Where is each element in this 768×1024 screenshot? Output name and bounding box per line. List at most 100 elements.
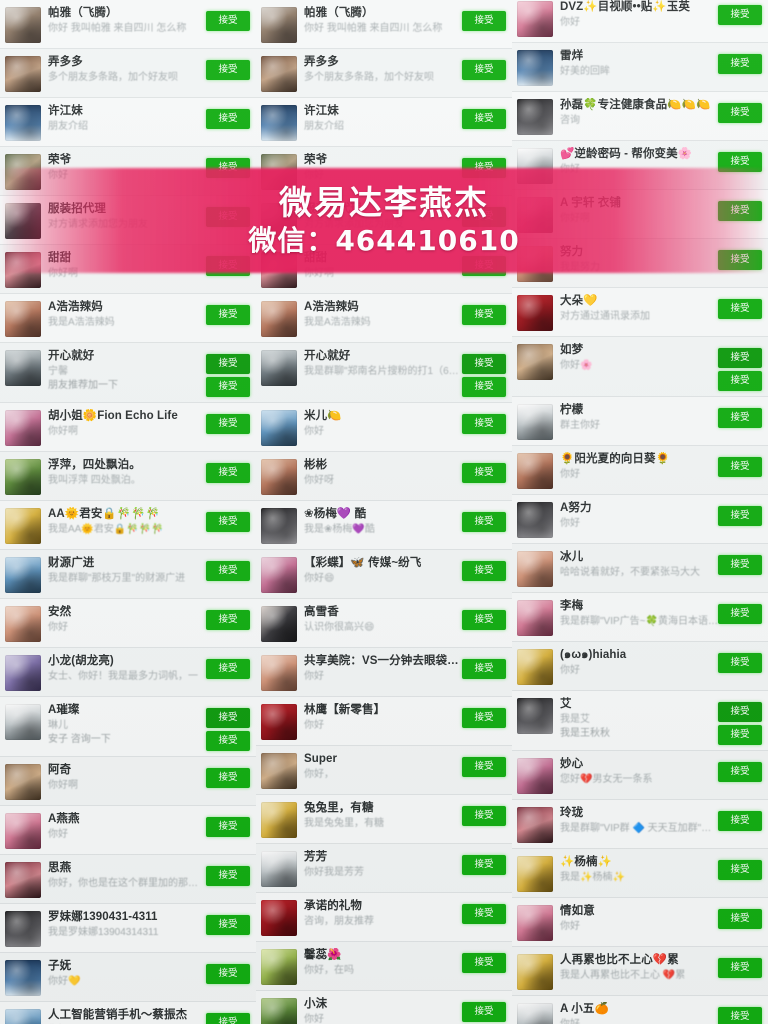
accept-button[interactable]: 接受: [206, 768, 250, 788]
accept-button[interactable]: 接受: [462, 904, 506, 924]
avatar[interactable]: [5, 764, 41, 800]
avatar[interactable]: [5, 56, 41, 92]
accept-button[interactable]: 接受: [462, 610, 506, 630]
avatar[interactable]: [5, 508, 41, 544]
avatar[interactable]: [5, 105, 41, 141]
accept-button[interactable]: 接受: [206, 659, 250, 679]
accept-button[interactable]: 接受: [462, 109, 506, 129]
friend-request-row[interactable]: 馨蕊🌺 你好，在吗 接受: [256, 942, 512, 991]
avatar[interactable]: [261, 56, 297, 92]
avatar[interactable]: [517, 698, 553, 734]
accept-button[interactable]: 接受: [206, 354, 250, 374]
friend-request-row[interactable]: 安然 你好 接受: [0, 599, 256, 648]
avatar[interactable]: [517, 1, 553, 37]
accept-button[interactable]: 接受: [462, 953, 506, 973]
friend-request-row[interactable]: 开心就好 宁馨 朋友推荐加一下 接受 接受: [0, 343, 256, 403]
accept-button[interactable]: 接受: [718, 457, 762, 477]
column-left[interactable]: 帕雅（飞腾） 你好 我叫帕雅 来自四川 怎么称 接受 弄多多 多个朋友多条路，加个好友呗…: [0, 0, 256, 1024]
avatar[interactable]: [517, 905, 553, 941]
accept-button[interactable]: 接受: [462, 158, 506, 178]
accept-button[interactable]: 接受: [462, 806, 506, 826]
avatar[interactable]: [517, 148, 553, 184]
avatar[interactable]: [261, 154, 297, 190]
avatar[interactable]: [5, 655, 41, 691]
friend-request-row[interactable]: 彬彬 你好呀 接受: [256, 452, 512, 501]
friend-request-row[interactable]: 服装招代理 对方请求添加您为朋友 接受: [256, 196, 512, 245]
friend-request-row[interactable]: 浮萍，四处飘泊。 我叫浮萍 四处飘泊。 接受: [0, 452, 256, 501]
friend-request-row[interactable]: (๑ω๑)hiahia 你好 接受: [512, 642, 768, 691]
avatar[interactable]: [517, 807, 553, 843]
friend-request-row[interactable]: 子妩 你好💛 接受: [0, 953, 256, 1002]
avatar[interactable]: [261, 753, 297, 789]
avatar[interactable]: [5, 350, 41, 386]
avatar[interactable]: [517, 50, 553, 86]
friend-request-row[interactable]: 帕雅（飞腾） 你好 我叫帕雅 来自四川 怎么称 接受: [256, 0, 512, 49]
avatar[interactable]: [5, 1009, 41, 1024]
accept-button[interactable]: 接受: [718, 201, 762, 221]
avatar[interactable]: [261, 900, 297, 936]
avatar[interactable]: [261, 7, 297, 43]
avatar[interactable]: [517, 295, 553, 331]
avatar[interactable]: [5, 459, 41, 495]
friend-request-row[interactable]: 弄多多 多个朋友多条路，加个好友呗 接受: [0, 49, 256, 98]
friend-request-row[interactable]: 人工智能营销手机～蔡振杰你好接受: [0, 1002, 256, 1024]
avatar[interactable]: [261, 949, 297, 985]
friend-request-row[interactable]: A 宇轩 衣铺 你好啊 接受: [512, 190, 768, 239]
friend-request-row[interactable]: 芳芳 你好我是芳芳 接受: [256, 844, 512, 893]
avatar[interactable]: [261, 459, 297, 495]
avatar[interactable]: [261, 557, 297, 593]
avatar[interactable]: [261, 410, 297, 446]
friend-request-row[interactable]: 财源广进 我是群聊"那枝万里"的财源广进 接受: [0, 550, 256, 599]
avatar[interactable]: [5, 7, 41, 43]
friend-request-row[interactable]: 人再累也比不上心💔累 我是人再累也比不上心 💔累 接受: [512, 947, 768, 996]
friend-request-row[interactable]: 小沫 你好 接受: [256, 991, 512, 1024]
accept-button[interactable]: 接受: [462, 512, 506, 532]
accept-button[interactable]: 接受: [718, 702, 762, 722]
accept-button[interactable]: 接受: [718, 5, 762, 25]
avatar[interactable]: [517, 197, 553, 233]
friend-request-row[interactable]: 高雪香 认识你很高兴😄 接受: [256, 599, 512, 648]
accept-button[interactable]: 接受: [462, 256, 506, 276]
friend-request-row[interactable]: 小龙(胡龙亮) 女士、你好！我是最多力词帆，一 接受: [0, 648, 256, 697]
accept-button[interactable]: 接受: [206, 305, 250, 325]
friend-request-row[interactable]: 服装招代理 对方请求添加您为朋友 接受: [0, 196, 256, 245]
friend-request-row[interactable]: 如梦 你好🌸 接受 接受: [512, 337, 768, 397]
accept-button[interactable]: 接受: [206, 817, 250, 837]
avatar[interactable]: [517, 600, 553, 636]
avatar[interactable]: [517, 551, 553, 587]
accept-button[interactable]: 接受: [206, 1013, 250, 1024]
friend-request-row[interactable]: 罗妹娜1390431-4311 我是罗妹娜13904314311 接受: [0, 904, 256, 953]
accept-button[interactable]: 接受: [206, 60, 250, 80]
friend-request-row[interactable]: 🌻阳光夏的向日葵🌻 你好 接受: [512, 446, 768, 495]
accept-button[interactable]: 接受: [718, 860, 762, 880]
avatar[interactable]: [517, 344, 553, 380]
accept-button[interactable]: 接受: [206, 964, 250, 984]
avatar[interactable]: [261, 802, 297, 838]
accept-button[interactable]: 接受: [206, 377, 250, 397]
friend-request-row[interactable]: Super 你好， 接受: [256, 746, 512, 795]
friend-request-row[interactable]: 弄多多 多个朋友多条路，加个好友呗 接受: [256, 49, 512, 98]
accept-button[interactable]: 接受: [206, 866, 250, 886]
friend-request-row[interactable]: 林鹰【新零售】 你好 接受: [256, 697, 512, 746]
avatar[interactable]: [517, 1003, 553, 1024]
friend-request-row[interactable]: 荣爷 你好 接受: [256, 147, 512, 196]
avatar[interactable]: [5, 203, 41, 239]
friend-request-row[interactable]: 李梅 我是群聊"VIP广告~🍀黄海日本语… 接受: [512, 593, 768, 642]
accept-button[interactable]: 接受: [718, 725, 762, 745]
friend-request-row[interactable]: 柠檬 群主你好 接受: [512, 397, 768, 446]
friend-request-row[interactable]: A浩浩辣妈 我是A浩浩辣妈 接受: [0, 294, 256, 343]
accept-button[interactable]: 接受: [718, 604, 762, 624]
accept-button[interactable]: 接受: [462, 60, 506, 80]
accept-button[interactable]: 接受: [718, 408, 762, 428]
friend-request-row[interactable]: 孙磊🍀专注健康食品🍋🍋🍋 咨询 接受: [512, 92, 768, 141]
avatar[interactable]: [261, 851, 297, 887]
accept-button[interactable]: 接受: [462, 855, 506, 875]
friend-request-row[interactable]: 大朵💛 对方通过通讯录添加 接受: [512, 288, 768, 337]
accept-button[interactable]: 接受: [718, 299, 762, 319]
accept-button[interactable]: 接受: [206, 11, 250, 31]
friend-request-row[interactable]: A 小五🍊 你好接受: [512, 996, 768, 1024]
avatar[interactable]: [517, 954, 553, 990]
friend-request-row[interactable]: 思燕 你好，你也是在这个群里加的那… 接受: [0, 855, 256, 904]
accept-button[interactable]: 接受: [462, 561, 506, 581]
friend-request-row[interactable]: 兔兔里，有糖 我是兔兔里，有糖 接受: [256, 795, 512, 844]
